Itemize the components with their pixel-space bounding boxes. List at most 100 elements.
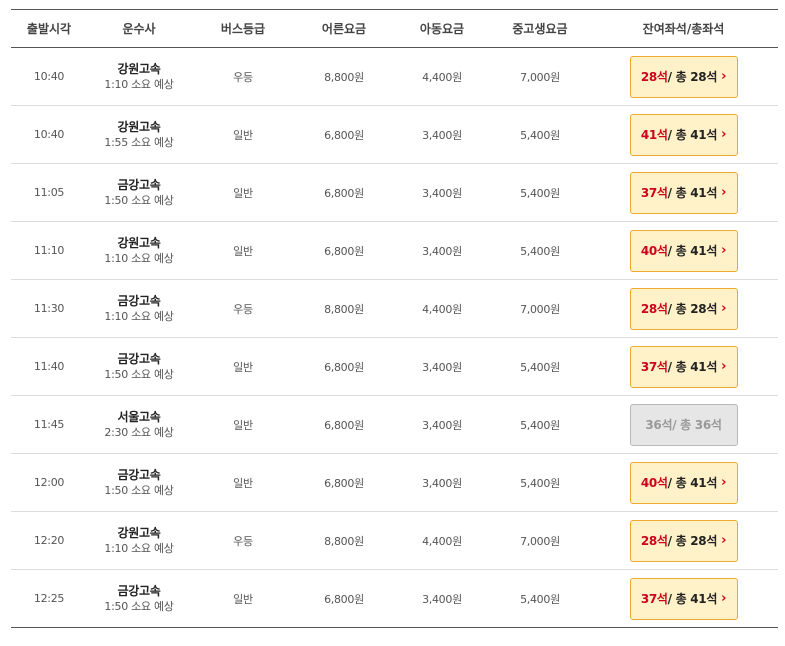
table-row: 11:10 강원고속 1:10 소요 예상 일반 6,800원 3,400원 5,…	[11, 222, 778, 280]
departure-time: 12:25	[33, 592, 65, 605]
adult-fare: 6,800원	[324, 360, 364, 374]
company-cell: 강원고속 1:10 소요 예상	[87, 48, 191, 106]
departure-time: 11:30	[33, 302, 65, 315]
departure-time: 12:20	[33, 534, 65, 547]
seats-cell: 28석 / 총 28석 ›	[589, 48, 778, 106]
duration: 1:10 소요 예상	[104, 541, 174, 555]
company-name: 금강고속	[117, 467, 161, 482]
remaining-seats: 28석	[640, 70, 668, 84]
departure-time: 10:40	[33, 70, 65, 83]
seats-cell: 36석 / 총 36석›	[589, 396, 778, 454]
company-name: 강원고속	[117, 235, 161, 250]
duration: 1:50 소요 예상	[104, 483, 174, 497]
seats-cell: 37석 / 총 41석 ›	[589, 570, 778, 628]
total-seats: / 총 28석	[667, 70, 718, 84]
remaining-seats: 41석	[640, 128, 668, 142]
total-seats: / 총 41석	[667, 244, 718, 258]
company-name: 금강고속	[117, 583, 161, 598]
chevron-right-icon: ›	[721, 475, 727, 490]
chevron-right-icon: ›	[721, 243, 727, 258]
bus-grade: 일반	[233, 244, 253, 258]
adult-fare: 6,800원	[324, 418, 364, 432]
adult-fare: 6,800원	[324, 592, 364, 606]
company-cell: 금강고속 1:50 소요 예상	[87, 164, 191, 222]
child-fare: 4,400원	[422, 70, 462, 84]
student-fare: 5,400원	[520, 476, 560, 490]
duration: 2:30 소요 예상	[104, 425, 174, 439]
duration: 1:50 소요 예상	[104, 367, 174, 381]
chevron-right-icon: ›	[721, 591, 727, 606]
remaining-seats: 37석	[640, 186, 668, 200]
total-seats: / 총 36석	[672, 418, 722, 432]
seats-cell: 41석 / 총 41석 ›	[589, 106, 778, 164]
adult-fare: 6,800원	[324, 244, 364, 258]
adult-fare: 8,800원	[324, 302, 364, 316]
duration: 1:55 소요 예상	[104, 135, 174, 149]
company-cell: 금강고속 1:50 소요 예상	[87, 454, 191, 512]
student-fare: 5,400원	[520, 244, 560, 258]
header-seats: 잔여좌석/총좌석	[589, 9, 778, 48]
seat-select-button[interactable]: 40석 / 총 41석 ›	[629, 229, 738, 272]
table-row: 10:40 강원고속 1:55 소요 예상 일반 6,800원 3,400원 5,…	[11, 106, 778, 164]
total-seats: / 총 41석	[667, 186, 718, 200]
remaining-seats: 37석	[640, 360, 668, 374]
child-fare: 3,400원	[422, 592, 462, 606]
company-name: 금강고속	[117, 177, 161, 192]
child-fare: 4,400원	[422, 534, 462, 548]
company-cell: 강원고속 1:10 소요 예상	[87, 222, 191, 280]
header-child-fare: 아동요금	[393, 9, 491, 48]
adult-fare: 8,800원	[324, 70, 364, 84]
remaining-seats: 40석	[640, 476, 668, 490]
student-fare: 7,000원	[520, 70, 560, 84]
company-cell: 금강고속 1:50 소요 예상	[87, 570, 191, 628]
duration: 1:10 소요 예상	[104, 77, 174, 91]
total-seats: / 총 41석	[667, 128, 718, 142]
company-cell: 강원고속 1:10 소요 예상	[87, 512, 191, 570]
bus-grade: 우등	[233, 534, 253, 548]
total-seats: / 총 41석	[667, 592, 718, 606]
child-fare: 3,400원	[422, 360, 462, 374]
seat-select-button[interactable]: 37석 / 총 41석 ›	[629, 577, 738, 620]
company-cell: 금강고속 1:10 소요 예상	[87, 280, 191, 338]
child-fare: 3,400원	[422, 244, 462, 258]
seat-select-button[interactable]: 28석 / 총 28석 ›	[629, 519, 738, 562]
remaining-seats: 28석	[640, 534, 668, 548]
table-row: 12:25 금강고속 1:50 소요 예상 일반 6,800원 3,400원 5,…	[11, 570, 778, 628]
bus-grade: 일반	[233, 418, 253, 432]
table-row: 11:45 서울고속 2:30 소요 예상 일반 6,800원 3,400원 5,…	[11, 396, 778, 454]
departure-time: 12:00	[33, 476, 65, 489]
company-name: 금강고속	[117, 293, 161, 308]
departure-time: 11:10	[33, 244, 65, 257]
seat-select-button[interactable]: 37석 / 총 41석 ›	[629, 171, 738, 214]
student-fare: 5,400원	[520, 128, 560, 142]
company-name: 서울고속	[117, 409, 161, 424]
child-fare: 3,400원	[422, 418, 462, 432]
departure-time: 11:05	[33, 186, 65, 199]
total-seats: / 총 28석	[667, 534, 718, 548]
duration: 1:10 소요 예상	[104, 309, 174, 323]
seat-select-button[interactable]: 28석 / 총 28석 ›	[629, 55, 738, 98]
bus-schedule-table: 출발시각 운수사 버스등급 어른요금 아동요금 중고생요금 잔여좌석/총좌석 1…	[11, 9, 778, 628]
seat-select-button[interactable]: 41석 / 총 41석 ›	[629, 113, 738, 156]
adult-fare: 6,800원	[324, 186, 364, 200]
table-row: 10:40 강원고속 1:10 소요 예상 우등 8,800원 4,400원 7,…	[11, 48, 778, 106]
seat-select-button[interactable]: 37석 / 총 41석 ›	[629, 345, 738, 388]
student-fare: 5,400원	[520, 360, 560, 374]
company-cell: 금강고속 1:50 소요 예상	[87, 338, 191, 396]
seat-select-button[interactable]: 40석 / 총 41석 ›	[629, 461, 738, 504]
company-cell: 강원고속 1:55 소요 예상	[87, 106, 191, 164]
student-fare: 7,000원	[520, 534, 560, 548]
student-fare: 7,000원	[520, 302, 560, 316]
table-row: 11:30 금강고속 1:10 소요 예상 우등 8,800원 4,400원 7,…	[11, 280, 778, 338]
table-row: 12:00 금강고속 1:50 소요 예상 일반 6,800원 3,400원 5,…	[11, 454, 778, 512]
header-adult-fare: 어른요금	[295, 9, 393, 48]
seat-select-button[interactable]: 28석 / 총 28석 ›	[629, 287, 738, 330]
remaining-seats: 37석	[640, 592, 668, 606]
seats-cell: 37석 / 총 41석 ›	[589, 338, 778, 396]
chevron-right-icon: ›	[721, 533, 727, 548]
chevron-right-icon: ›	[721, 69, 727, 84]
table-row: 12:20 강원고속 1:10 소요 예상 우등 8,800원 4,400원 7,…	[11, 512, 778, 570]
student-fare: 5,400원	[520, 418, 560, 432]
departure-time: 11:45	[33, 418, 65, 431]
total-seats: / 총 28석	[667, 302, 718, 316]
